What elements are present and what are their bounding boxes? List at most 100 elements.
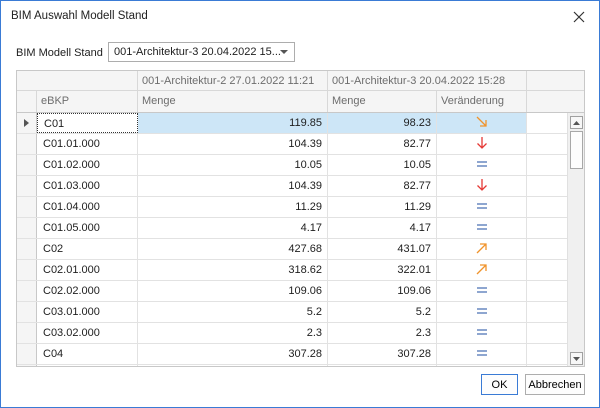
row-indicator[interactable] xyxy=(17,134,37,154)
cell-change[interactable] xyxy=(437,239,527,259)
cell-ebkp[interactable]: C03.01.000 xyxy=(37,302,138,322)
row-indicator[interactable] xyxy=(17,155,37,175)
column-header-menge-1[interactable]: Menge xyxy=(138,91,328,112)
cell-ebkp[interactable]: C02 xyxy=(37,239,138,259)
row-indicator[interactable] xyxy=(17,197,37,217)
cell-menge-1[interactable]: 109.06 xyxy=(138,281,328,301)
cell-change[interactable] xyxy=(437,260,527,280)
table-row[interactable]: C03.02.000 2.3 2.3 xyxy=(17,323,568,344)
cell-menge-2[interactable]: 322.01 xyxy=(328,260,437,280)
cell-menge-2[interactable]: 431.07 xyxy=(328,239,437,259)
column-header-change[interactable]: Veränderung xyxy=(437,91,527,112)
cell-menge-2[interactable]: 11.29 xyxy=(328,197,437,217)
close-button[interactable] xyxy=(567,5,591,29)
model-selector-value: 001-Architektur-3 20.04.2022 15... xyxy=(114,46,281,58)
cell-menge-1[interactable]: 11.29 xyxy=(138,197,328,217)
cell-ebkp[interactable]: C01.01.000 xyxy=(37,134,138,154)
cell-change[interactable] xyxy=(437,344,527,364)
cell-menge-2[interactable]: 82.77 xyxy=(328,134,437,154)
model-selector-dropdown[interactable]: 001-Architektur-3 20.04.2022 15... xyxy=(108,42,295,62)
cell-menge-2[interactable]: 82.77 xyxy=(328,176,437,196)
table-row[interactable]: C01.01.000 104.39 82.77 xyxy=(17,134,568,155)
band-header-model-2[interactable]: 001-Architektur-2 27.01.2022 11:21 xyxy=(138,71,328,90)
row-indicator[interactable] xyxy=(17,239,37,259)
cell-menge-1[interactable]: 4.17 xyxy=(138,218,328,238)
cell-change[interactable] xyxy=(437,155,527,175)
table-row[interactable]: C01.03.000 104.39 82.77 xyxy=(17,176,568,197)
cell-menge-1[interactable]: 5.2 xyxy=(138,302,328,322)
cell-change[interactable] xyxy=(437,323,527,343)
row-indicator[interactable] xyxy=(17,281,37,301)
table-row[interactable]: C03.01.000 5.2 5.2 xyxy=(17,302,568,323)
cell-menge-2[interactable]: 109.06 xyxy=(328,281,437,301)
row-indicator[interactable] xyxy=(17,113,37,133)
cell-ebkp[interactable]: C03.02.000 xyxy=(37,323,138,343)
row-indicator[interactable] xyxy=(17,218,37,238)
triangle-down-icon xyxy=(573,356,580,361)
cell-menge-1[interactable]: 119.85 xyxy=(138,113,328,133)
cell-ebkp[interactable] xyxy=(37,365,138,366)
cell-change[interactable] xyxy=(437,113,527,133)
cell-menge-2[interactable]: 10.05 xyxy=(328,155,437,175)
cell-change[interactable] xyxy=(437,134,527,154)
cell-ebkp[interactable]: C01.05.000 xyxy=(37,218,138,238)
table-row[interactable]: C04 307.28 307.28 xyxy=(17,344,568,365)
cell-menge-1[interactable] xyxy=(138,365,328,366)
cell-change[interactable] xyxy=(437,281,527,301)
cell-menge-2[interactable]: 4.17 xyxy=(328,218,437,238)
scroll-down-button[interactable] xyxy=(570,352,583,365)
table-row[interactable]: C01 119.85 98.23 xyxy=(17,113,568,134)
cell-change[interactable] xyxy=(437,218,527,238)
cell-ebkp[interactable]: C04 xyxy=(37,344,138,364)
cell-menge-2[interactable]: 5.2 xyxy=(328,302,437,322)
table-row[interactable]: C02.01.000 318.62 322.01 xyxy=(17,260,568,281)
cell-filler xyxy=(527,239,568,259)
cell-ebkp[interactable]: C01.02.000 xyxy=(37,155,138,175)
row-indicator[interactable] xyxy=(17,365,37,366)
cell-change[interactable] xyxy=(437,302,527,322)
ok-button[interactable]: OK xyxy=(481,374,518,395)
column-header-row: eBKP Menge Menge Veränderung xyxy=(17,91,584,113)
cell-menge-1[interactable]: 318.62 xyxy=(138,260,328,280)
cell-change[interactable] xyxy=(437,365,527,366)
row-indicator[interactable] xyxy=(17,176,37,196)
cell-filler xyxy=(527,176,568,196)
cell-menge-1[interactable]: 104.39 xyxy=(138,176,328,196)
cell-change[interactable] xyxy=(437,176,527,196)
column-header-menge-2[interactable]: Menge xyxy=(328,91,437,112)
cancel-button[interactable]: Abbrechen xyxy=(525,374,585,395)
row-indicator[interactable] xyxy=(17,323,37,343)
table-row[interactable] xyxy=(17,365,568,366)
scroll-up-button[interactable] xyxy=(570,116,583,129)
table-row[interactable]: C02 427.68 431.07 xyxy=(17,239,568,260)
row-indicator[interactable] xyxy=(17,344,37,364)
cell-filler xyxy=(527,134,568,154)
cell-menge-1[interactable]: 307.28 xyxy=(138,344,328,364)
cell-ebkp[interactable]: C01.03.000 xyxy=(37,176,138,196)
cell-menge-2[interactable] xyxy=(328,365,437,366)
cell-ebkp[interactable]: C02.02.000 xyxy=(37,281,138,301)
table-row[interactable]: C02.02.000 109.06 109.06 xyxy=(17,281,568,302)
row-indicator[interactable] xyxy=(17,260,37,280)
table-row[interactable]: C01.04.000 11.29 11.29 xyxy=(17,197,568,218)
cell-ebkp[interactable]: C02.01.000 xyxy=(37,260,138,280)
cell-menge-1[interactable]: 104.39 xyxy=(138,134,328,154)
cell-menge-2[interactable]: 2.3 xyxy=(328,323,437,343)
table-row[interactable]: C01.05.000 4.17 4.17 xyxy=(17,218,568,239)
cell-ebkp[interactable]: C01.04.000 xyxy=(37,197,138,217)
cell-menge-1[interactable]: 427.68 xyxy=(138,239,328,259)
cell-ebkp[interactable]: C01 xyxy=(37,113,138,133)
scrollbar-thumb[interactable] xyxy=(570,131,583,169)
equals-icon xyxy=(476,161,487,167)
cell-menge-1[interactable]: 10.05 xyxy=(138,155,328,175)
row-indicator[interactable] xyxy=(17,302,37,322)
column-header-ebkp[interactable]: eBKP xyxy=(37,91,138,112)
table-row[interactable]: C01.02.000 10.05 10.05 xyxy=(17,155,568,176)
cell-menge-2[interactable]: 307.28 xyxy=(328,344,437,364)
cell-menge-2[interactable]: 98.23 xyxy=(328,113,437,133)
cell-change[interactable] xyxy=(437,197,527,217)
vertical-scrollbar[interactable] xyxy=(567,113,584,366)
band-header-model-3[interactable]: 001-Architektur-3 20.04.2022 15:28 xyxy=(328,71,527,90)
cell-menge-1[interactable]: 2.3 xyxy=(138,323,328,343)
equals-icon xyxy=(476,224,487,230)
